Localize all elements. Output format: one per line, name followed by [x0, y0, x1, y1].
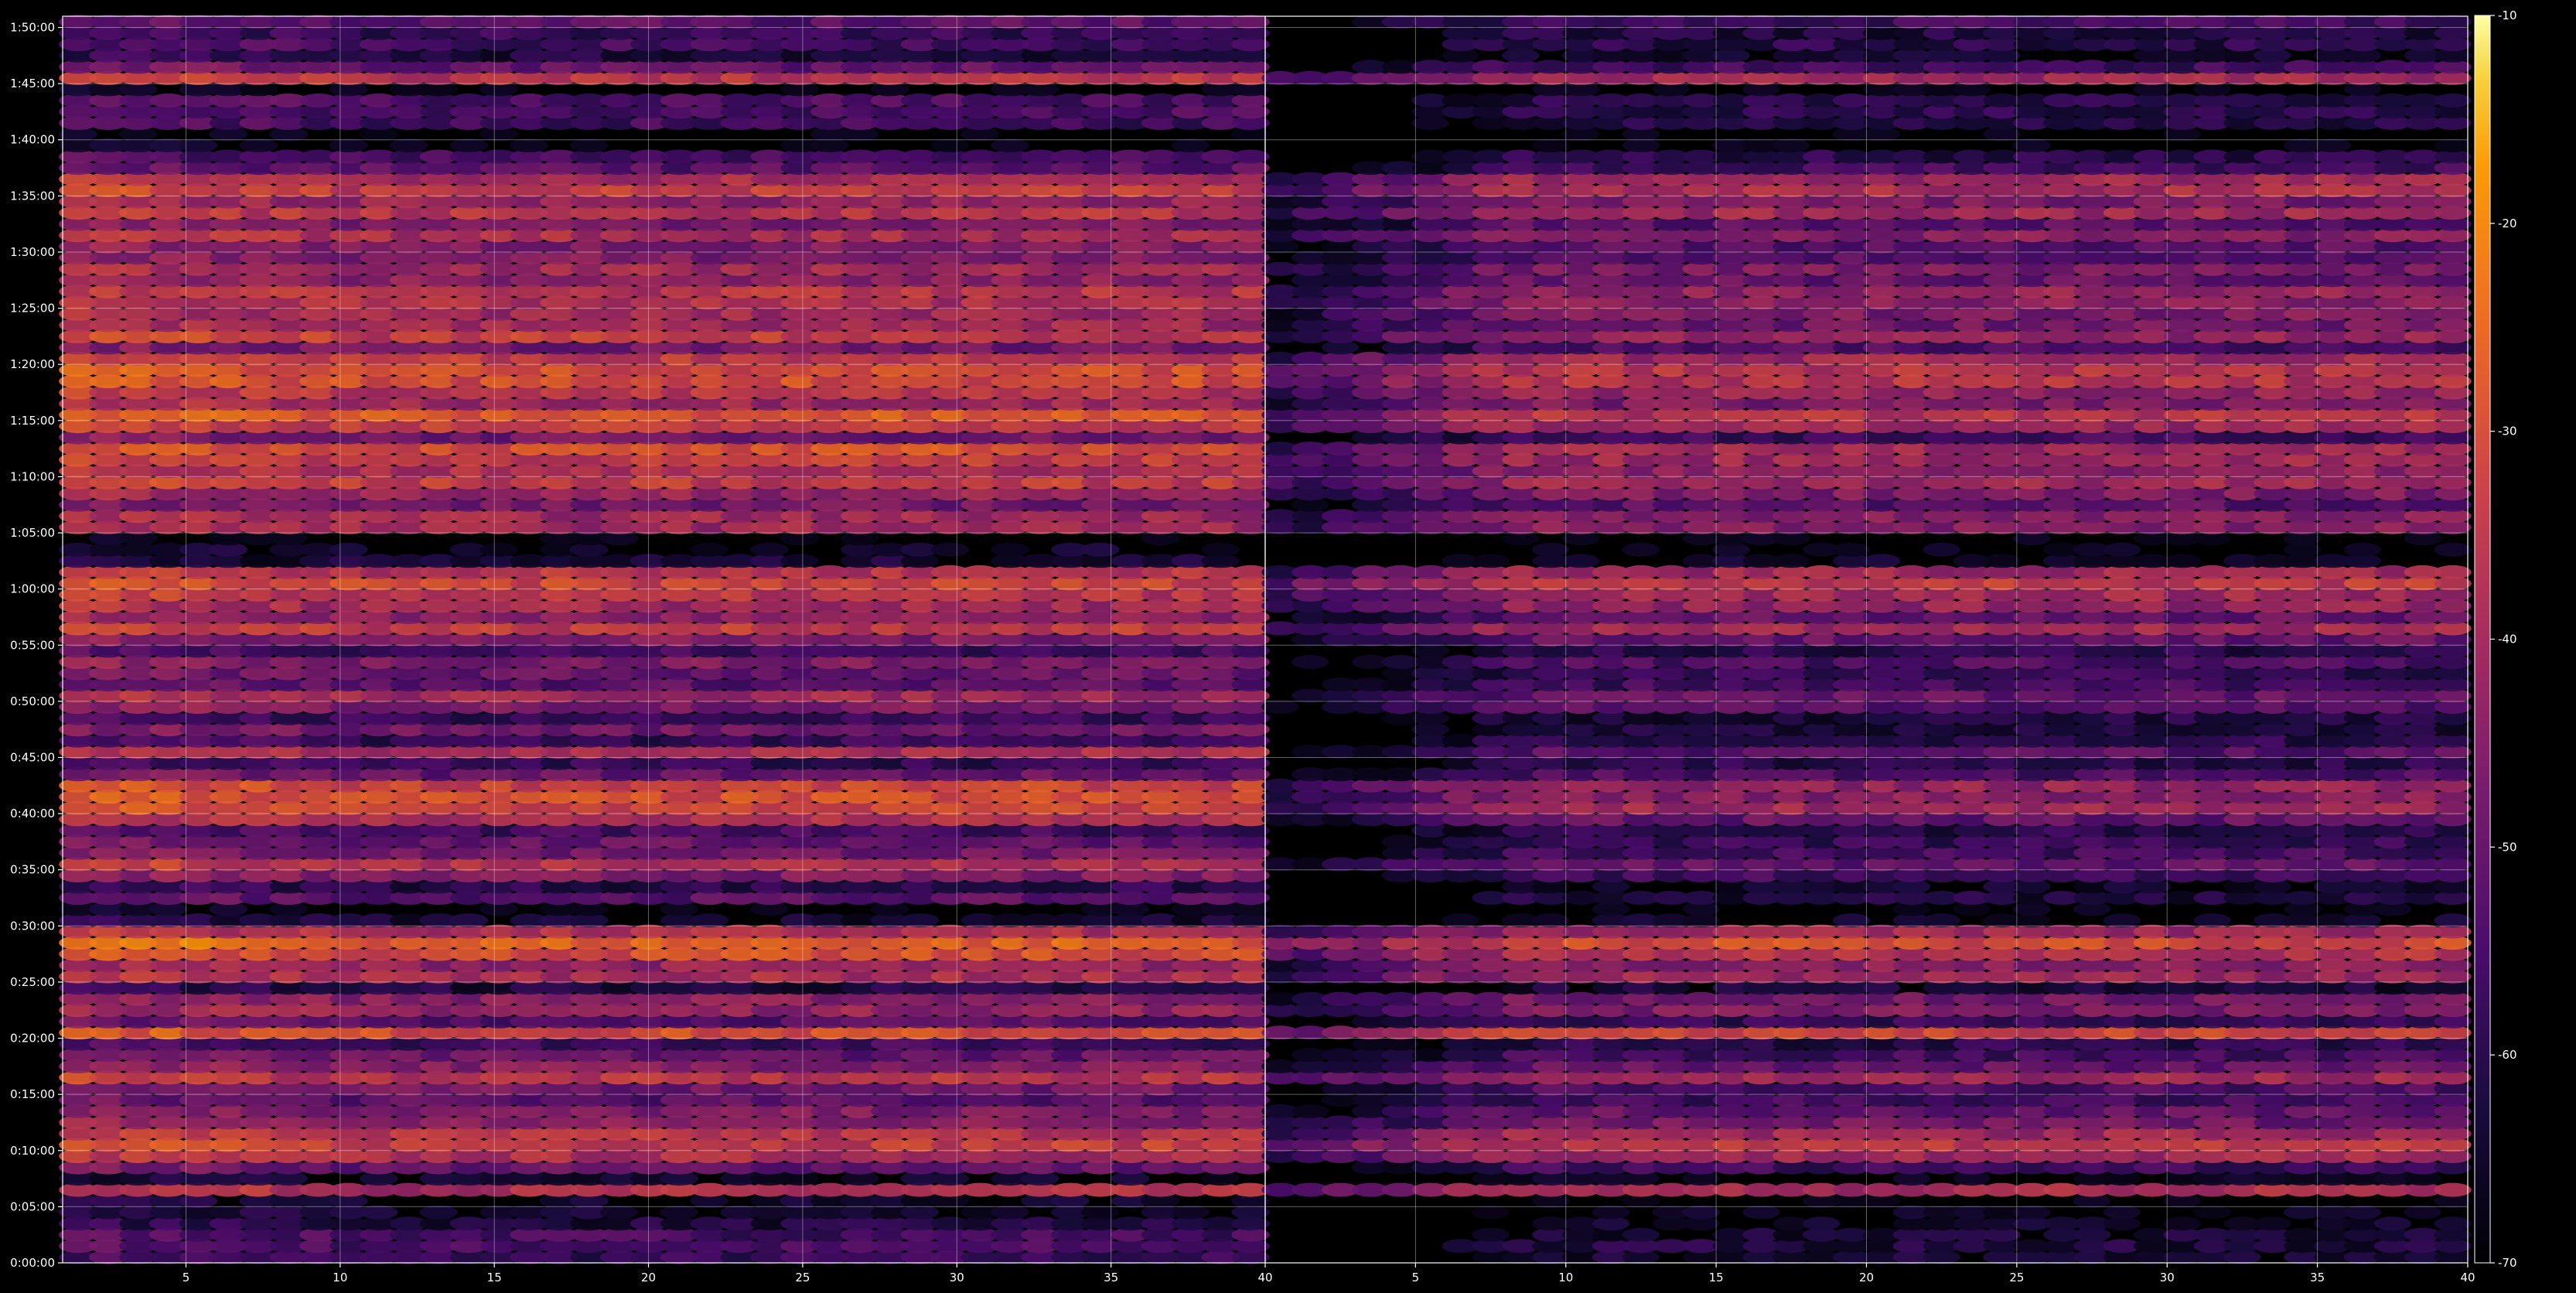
heatmap-cell — [600, 1205, 639, 1220]
heatmap-cell — [2254, 1216, 2291, 1231]
heatmap-cell — [570, 138, 609, 152]
heatmap-cell — [690, 542, 728, 557]
heatmap-cell — [991, 542, 1029, 557]
heatmap-cell — [2434, 1182, 2472, 1197]
heatmap-cell — [2013, 1205, 2051, 1220]
heatmap-cell — [1231, 149, 1270, 164]
heatmap-cell — [360, 1205, 398, 1220]
heatmap-cell — [510, 138, 548, 152]
heatmap-cell — [780, 554, 819, 568]
heatmap-cell — [991, 138, 1029, 152]
heatmap-cell — [1622, 1227, 1660, 1242]
heatmap-cell — [1171, 1205, 1210, 1220]
heatmap-cell — [479, 542, 518, 557]
heatmap-cell — [660, 1205, 699, 1220]
heatmap-cell — [1081, 1205, 1120, 1220]
heatmap-cell — [449, 138, 488, 152]
heatmap-cell — [329, 138, 368, 152]
heatmap-cell — [179, 138, 218, 152]
heatmap-cell — [1201, 542, 1240, 557]
heatmap-cell — [1682, 1205, 1720, 1220]
heatmap-cell — [991, 1205, 1029, 1220]
heatmap-cell — [2193, 1205, 2231, 1220]
heatmap-cell — [930, 138, 970, 152]
heatmap-figure: 0:00:000:05:000:10:000:15:000:20:000:25:… — [10, 9, 2516, 1284]
heatmap-cell — [690, 913, 728, 928]
heatmap-cell — [2103, 1205, 2141, 1220]
heatmap-cell — [449, 913, 488, 928]
heatmap-cell — [2163, 1216, 2201, 1231]
heatmap-panel-left — [59, 15, 1270, 1264]
heatmap-cell — [930, 542, 970, 557]
heatmap-cell — [1592, 1205, 1630, 1220]
heatmap-cell — [900, 913, 940, 928]
heatmap-cell — [1231, 15, 1270, 29]
heatmap-cell — [419, 1205, 459, 1220]
heatmap-cell — [2404, 1205, 2441, 1220]
heatmap-cell — [1291, 1104, 1329, 1118]
heatmap-cell — [239, 138, 278, 152]
heatmap-cell — [329, 542, 368, 557]
heatmap-cell — [750, 542, 789, 557]
heatmap-cell — [389, 138, 428, 152]
heatmap-cell — [2434, 1216, 2472, 1231]
heatmap-cell — [1081, 542, 1120, 557]
heatmap-cell — [2343, 1205, 2381, 1220]
heatmap-cell — [2373, 1216, 2411, 1231]
heatmap-cell — [1803, 1216, 1841, 1231]
heatmap-cell — [1171, 138, 1210, 152]
heatmap-cell — [1742, 1205, 1780, 1220]
heatmap-cell — [1472, 1205, 1510, 1220]
heatmap-cell — [1472, 1227, 1510, 1242]
